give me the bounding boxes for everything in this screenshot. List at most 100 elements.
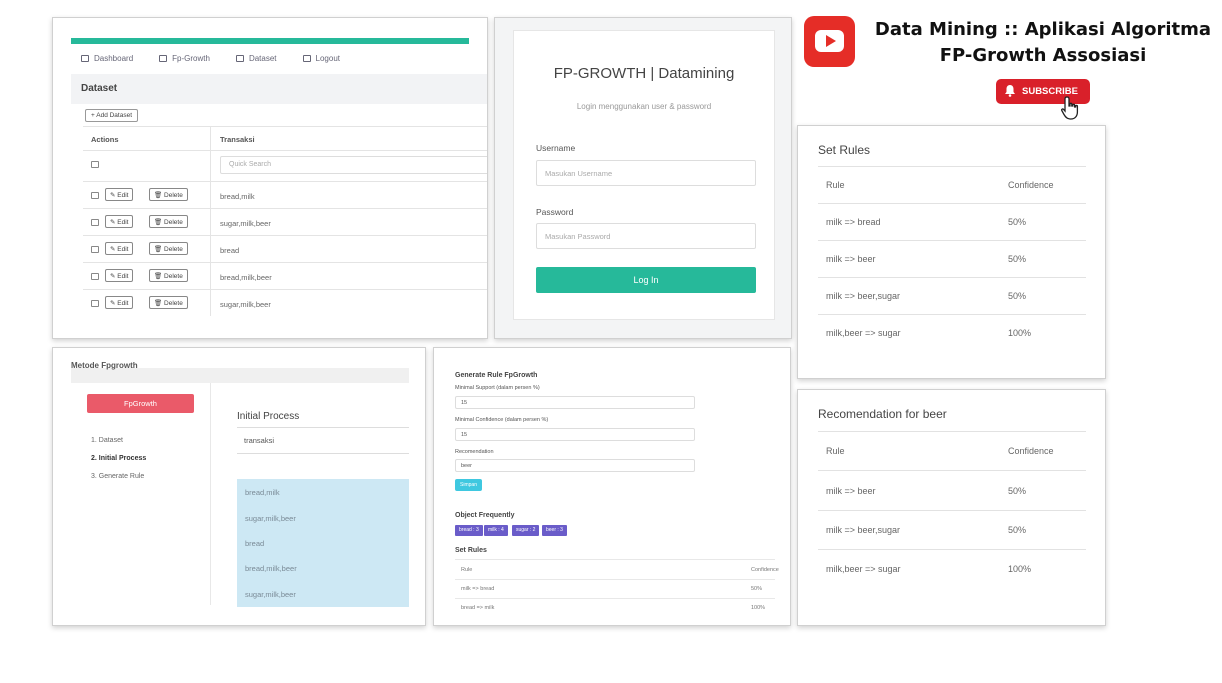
actions-cell: Actions — [83, 127, 211, 150]
login-panel: FP-GROWTH | Datamining Login menggunakan… — [494, 17, 792, 339]
edit-button[interactable]: ✎ Edit — [105, 188, 134, 201]
actions-cell: ✎ Edit 🗑 Delete — [83, 209, 211, 235]
divider — [237, 427, 409, 428]
divider — [237, 453, 409, 454]
table-row: milk => bread 50% — [455, 579, 775, 598]
login-subtitle: Login menggunakan user & password — [576, 102, 712, 111]
confidence-input[interactable]: 15 — [455, 428, 695, 441]
table-row: milk => beer,sugar 50% — [818, 510, 1086, 549]
frequent-title: Object Frequently — [455, 512, 515, 519]
support-label: Minimal Support (dalam persen %) — [455, 385, 540, 391]
save-button[interactable]: Simpan — [455, 479, 482, 491]
rule-cell: milk,beer => sugar — [826, 328, 901, 338]
frequency-badge: beer : 3 — [542, 525, 567, 536]
nav-dashboard[interactable]: Dashboard — [81, 54, 133, 63]
youtube-play-frame — [815, 30, 844, 52]
confidence-cell: 50% — [1008, 525, 1027, 535]
vertical-divider — [210, 383, 211, 605]
row-checkbox[interactable] — [91, 219, 99, 226]
edit-button[interactable]: ✎ Edit — [105, 269, 134, 282]
transaksi-cell: bread — [220, 246, 240, 255]
table-row: milk => beer 50% — [818, 240, 1086, 277]
row-checkbox[interactable] — [91, 246, 99, 253]
table-row: ✎ Edit 🗑 Delete bread,milk,beer — [83, 262, 487, 289]
play-icon — [826, 35, 836, 47]
logout-icon — [302, 55, 311, 62]
set-rules-panel: Set Rules Rule Confidence milk => bread … — [797, 125, 1106, 379]
column-header-actions: Actions — [91, 135, 119, 144]
dataset-icon — [235, 55, 244, 62]
delete-button[interactable]: 🗑 Delete — [149, 215, 188, 228]
select-all-checkbox[interactable] — [91, 161, 99, 168]
delete-button[interactable]: 🗑 Delete — [149, 242, 188, 255]
dataset-panel: Dashboard Fp-Growth Dataset Logout Datas… — [52, 17, 488, 339]
nav-label: Fp-Growth — [172, 54, 210, 63]
nav-fpgrowth[interactable]: Fp-Growth — [159, 54, 210, 63]
fpgrowth-icon — [159, 55, 168, 62]
process-top-title: Metode Fpgrowth — [71, 361, 138, 370]
video-title: Data Mining :: Aplikasi Algoritma FP-Gro… — [868, 17, 1218, 69]
confidence-cell: 100% — [1008, 328, 1032, 338]
generate-title: Generate Rule FpGrowth — [455, 372, 538, 379]
confidence-cell: 50% — [1008, 217, 1027, 227]
row-checkbox[interactable] — [91, 273, 99, 280]
fpgrowth-button[interactable]: FpGrowth — [87, 394, 194, 413]
table-row: ✎ Edit 🗑 Delete sugar,milk,beer — [83, 208, 487, 235]
frequency-badge: sugar : 2 — [512, 525, 540, 536]
transaksi-cell: bread,milk — [220, 192, 255, 201]
rule-cell: bread => milk — [461, 605, 495, 611]
nav-label: Dashboard — [94, 54, 134, 63]
column-header-transaksi: Transaksi — [220, 135, 255, 144]
login-button[interactable]: Log In — [536, 267, 756, 293]
frequency-badge: milk : 4 — [484, 525, 508, 536]
recommendation-label: Recomendation — [455, 449, 494, 455]
row-checkbox[interactable] — [91, 300, 99, 307]
edit-button[interactable]: ✎ Edit — [105, 242, 134, 255]
recommendation-input[interactable]: beer — [455, 459, 695, 472]
rule-cell: milk => beer — [826, 486, 876, 496]
table-row: ✎ Edit 🗑 Delete bread,milk — [83, 181, 487, 208]
process-top-bar — [71, 368, 409, 383]
set-rules-title: Set Rules — [455, 547, 487, 554]
dashboard-icon — [81, 55, 89, 62]
actions-cell: ✎ Edit 🗑 Delete — [83, 182, 211, 208]
transaksi-cell: bread,milk,beer — [220, 273, 272, 282]
password-label: Password — [536, 207, 574, 217]
list-item: bread,milk — [245, 488, 280, 497]
recommendation-panel: Recomendation for beer Rule Confidence m… — [797, 389, 1106, 626]
nav-label: Logout — [315, 54, 340, 63]
generate-rule-panel: Generate Rule FpGrowth Minimal Support (… — [433, 347, 791, 626]
transaksi-cell: sugar,milk,beer — [220, 219, 271, 228]
step-dataset[interactable]: 1. Dataset — [91, 437, 123, 444]
nav-logout[interactable]: Logout — [302, 54, 340, 63]
actions-cell: ✎ Edit 🗑 Delete — [83, 236, 211, 262]
column-header-rule: Rule — [826, 180, 845, 190]
support-input[interactable]: 15 — [455, 396, 695, 409]
actions-cell: ✎ Edit 🗑 Delete — [83, 263, 211, 289]
add-dataset-button[interactable]: + Add Dataset — [85, 109, 139, 122]
delete-button[interactable]: 🗑 Delete — [149, 296, 188, 309]
login-card: FP-GROWTH | Datamining Login menggunakan… — [513, 30, 775, 320]
column-header-transaksi: transaksi — [244, 436, 275, 445]
username-input[interactable]: Masukan Username — [536, 160, 756, 186]
confidence-cell: 50% — [1008, 291, 1027, 301]
row-checkbox[interactable] — [91, 192, 99, 199]
table-header: Actions Transaksi — [83, 126, 487, 150]
column-header-rule: Rule — [461, 567, 473, 573]
table-row: milk => beer,sugar 50% — [818, 277, 1086, 314]
table-row: milk => bread 50% — [818, 203, 1086, 240]
password-input[interactable]: Masukan Password — [536, 223, 756, 249]
quick-search-input[interactable]: Quick Search — [220, 156, 487, 174]
edit-button[interactable]: ✎ Edit — [105, 296, 134, 309]
step-generate-rule[interactable]: 3. Generate Rule — [91, 473, 144, 480]
edit-button[interactable]: ✎ Edit — [105, 215, 134, 228]
delete-button[interactable]: 🗑 Delete — [149, 188, 188, 201]
nav-dataset[interactable]: Dataset — [235, 54, 277, 63]
table-row: milk,beer => sugar 100% — [818, 549, 1086, 588]
rule-cell: milk => beer,sugar — [826, 291, 901, 301]
rule-cell: milk => bread — [461, 586, 495, 592]
transaksi-cell: sugar,milk,beer — [220, 300, 271, 309]
step-initial-process[interactable]: 2. Initial Process — [91, 455, 146, 462]
recommendation-title: Recomendation for beer — [818, 407, 947, 421]
delete-button[interactable]: 🗑 Delete — [149, 269, 188, 282]
